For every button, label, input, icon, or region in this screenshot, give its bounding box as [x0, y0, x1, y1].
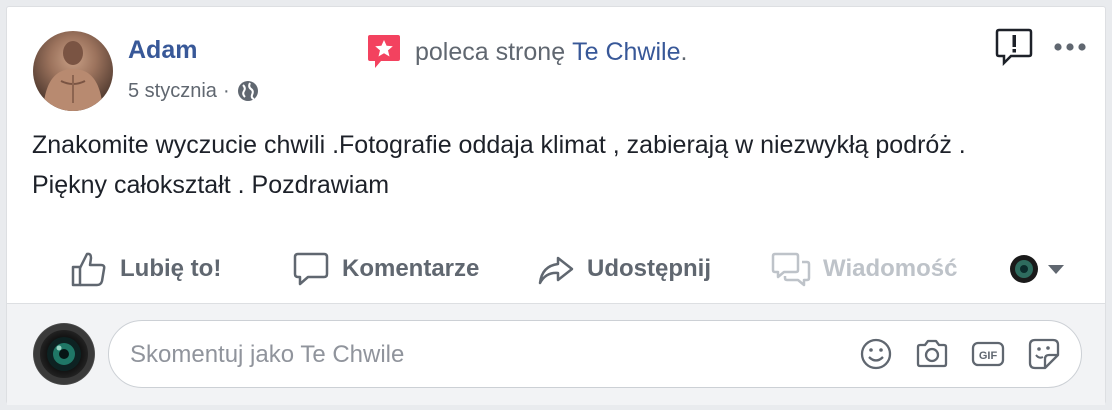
- gif-icon[interactable]: GIF: [971, 337, 1005, 371]
- messenger-icon: [771, 252, 811, 287]
- recommendation: poleca stronę Te Chwile .: [367, 33, 687, 71]
- message-button[interactable]: Wiadomość: [771, 239, 957, 299]
- post-body: Znakomite wyczucie chwili .Fotografie od…: [32, 125, 1092, 205]
- post-body-line: Znakomite wyczucie chwili .Fotografie od…: [32, 131, 966, 159]
- meta-separator: ·: [222, 79, 230, 102]
- share-label: Udostępnij: [587, 255, 711, 282]
- comment-composer: Skomentuj jako Te Chwile GIF: [7, 304, 1105, 405]
- recommend-suffix: .: [680, 37, 688, 66]
- post-date[interactable]: 5 stycznia: [128, 80, 217, 103]
- more-icon[interactable]: [1053, 42, 1087, 52]
- comment-tools: GIF: [859, 337, 1061, 371]
- like-button[interactable]: Lubię to!: [70, 239, 221, 299]
- page-avatar-small-icon: [1010, 255, 1038, 283]
- svg-text:GIF: GIF: [979, 350, 998, 362]
- star-badge-icon: [368, 35, 400, 68]
- recommended-page-link[interactable]: Te Chwile: [572, 38, 680, 67]
- comment-placeholder: Skomentuj jako Te Chwile: [130, 341, 405, 368]
- author-avatar[interactable]: [33, 31, 113, 111]
- comment-label: Komentarze: [342, 255, 480, 282]
- comment-bubble-icon: [293, 252, 329, 286]
- commenter-avatar[interactable]: [33, 323, 95, 385]
- emoji-icon[interactable]: [859, 337, 893, 371]
- action-bar: Lubię to! Komentarze Udostępnij Wiadomoś…: [7, 239, 1105, 299]
- comment-input[interactable]: Skomentuj jako Te Chwile GIF: [108, 320, 1082, 388]
- chevron-down-icon: [1048, 265, 1064, 274]
- thumbs-up-icon: [71, 252, 106, 287]
- camera-icon[interactable]: [915, 337, 949, 371]
- comment-button[interactable]: Komentarze: [292, 239, 479, 299]
- author-name[interactable]: Adam: [128, 36, 197, 65]
- post-as-selector[interactable]: [1009, 239, 1077, 299]
- message-label: Wiadomość: [823, 255, 958, 282]
- post-card: Adam 5 stycznia · poleca stronę Te Chwil…: [6, 6, 1106, 405]
- share-button[interactable]: Udostępnij: [537, 239, 711, 299]
- globe-icon[interactable]: [236, 79, 260, 103]
- share-arrow-icon: [538, 256, 574, 285]
- like-label: Lubię to!: [120, 255, 222, 282]
- post-meta: 5 stycznia ·: [128, 79, 260, 103]
- sticker-icon[interactable]: [1027, 337, 1061, 371]
- report-icon[interactable]: [995, 27, 1033, 67]
- post-top-controls: [995, 27, 1087, 67]
- recommend-text: poleca stronę: [415, 37, 566, 66]
- post-body-line: Piękny całokształt . Pozdrawiam: [32, 171, 390, 199]
